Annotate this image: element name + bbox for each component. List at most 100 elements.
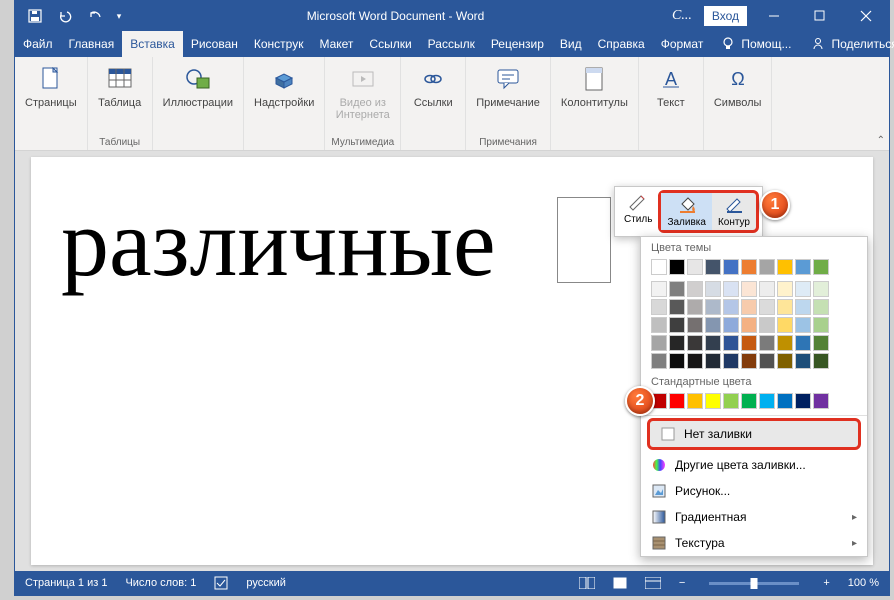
tab-review[interactable]: Рецензир: [483, 31, 552, 57]
color-swatch[interactable]: [795, 393, 811, 409]
color-swatch[interactable]: [705, 335, 721, 351]
color-swatch[interactable]: [813, 317, 829, 333]
color-swatch[interactable]: [759, 299, 775, 315]
tab-insert[interactable]: Вставка: [122, 31, 183, 57]
comment-button[interactable]: Примечание: [472, 61, 544, 111]
color-swatch[interactable]: [723, 317, 739, 333]
outline-button[interactable]: Контур: [712, 193, 756, 230]
color-swatch[interactable]: [723, 353, 739, 369]
color-swatch[interactable]: [651, 317, 667, 333]
color-swatch[interactable]: [687, 335, 703, 351]
illustrations-button[interactable]: Иллюстрации: [159, 61, 237, 111]
view-print-icon[interactable]: [613, 577, 627, 589]
color-swatch[interactable]: [651, 259, 667, 275]
color-swatch[interactable]: [759, 393, 775, 409]
minimize-button[interactable]: [751, 1, 797, 31]
pages-button[interactable]: Страницы: [21, 61, 81, 111]
status-word-count[interactable]: Число слов: 1: [125, 577, 196, 589]
color-swatch[interactable]: [777, 259, 793, 275]
color-swatch[interactable]: [777, 335, 793, 351]
no-fill-item[interactable]: Нет заливки: [647, 418, 861, 450]
color-swatch[interactable]: [813, 299, 829, 315]
fill-button[interactable]: Заливка: [661, 193, 712, 230]
tab-file[interactable]: Файл: [15, 31, 61, 57]
texture-fill-item[interactable]: Текстура ▸: [641, 530, 867, 556]
tab-layout[interactable]: Макет: [311, 31, 361, 57]
color-swatch[interactable]: [759, 335, 775, 351]
zoom-out-button[interactable]: −: [679, 577, 685, 589]
color-swatch[interactable]: [723, 281, 739, 297]
color-swatch[interactable]: [705, 299, 721, 315]
color-swatch[interactable]: [687, 299, 703, 315]
color-swatch[interactable]: [741, 259, 757, 275]
color-swatch[interactable]: [795, 259, 811, 275]
color-swatch[interactable]: [687, 317, 703, 333]
color-swatch[interactable]: [723, 335, 739, 351]
tab-draw[interactable]: Рисован: [183, 31, 246, 57]
color-swatch[interactable]: [687, 353, 703, 369]
zoom-slider[interactable]: [709, 582, 799, 585]
style-button[interactable]: Стиль: [618, 190, 658, 233]
color-swatch[interactable]: [723, 393, 739, 409]
tell-me[interactable]: Помощ...: [711, 31, 801, 57]
color-swatch[interactable]: [705, 281, 721, 297]
color-swatch[interactable]: [795, 299, 811, 315]
color-swatch[interactable]: [669, 335, 685, 351]
qat-dropdown-icon[interactable]: ▾: [111, 3, 127, 29]
color-swatch[interactable]: [759, 281, 775, 297]
color-swatch[interactable]: [813, 281, 829, 297]
gradient-fill-item[interactable]: Градиентная ▸: [641, 504, 867, 530]
login-button[interactable]: Вход: [704, 6, 747, 26]
status-page[interactable]: Страница 1 из 1: [25, 577, 107, 589]
headers-button[interactable]: Колонтитулы: [557, 61, 632, 111]
text-button[interactable]: AТекст: [645, 61, 697, 111]
color-swatch[interactable]: [651, 299, 667, 315]
color-swatch[interactable]: [651, 353, 667, 369]
color-swatch[interactable]: [741, 393, 757, 409]
color-swatch[interactable]: [669, 259, 685, 275]
color-swatch[interactable]: [705, 353, 721, 369]
save-icon[interactable]: [21, 3, 49, 29]
color-swatch[interactable]: [741, 299, 757, 315]
tab-design[interactable]: Конструк: [246, 31, 312, 57]
table-button[interactable]: Таблица: [94, 61, 146, 111]
color-swatch[interactable]: [669, 299, 685, 315]
color-swatch[interactable]: [777, 299, 793, 315]
color-swatch[interactable]: [813, 353, 829, 369]
color-swatch[interactable]: [687, 393, 703, 409]
color-swatch[interactable]: [687, 281, 703, 297]
color-swatch[interactable]: [777, 317, 793, 333]
color-swatch[interactable]: [705, 393, 721, 409]
color-swatch[interactable]: [687, 259, 703, 275]
color-swatch[interactable]: [741, 281, 757, 297]
view-read-icon[interactable]: [579, 577, 595, 589]
symbols-button[interactable]: ΩСимволы: [710, 61, 766, 111]
more-fill-colors-item[interactable]: Другие цвета заливки...: [641, 452, 867, 478]
color-swatch[interactable]: [777, 393, 793, 409]
zoom-level[interactable]: 100 %: [848, 577, 879, 589]
addins-button[interactable]: Надстройки: [250, 61, 318, 111]
color-swatch[interactable]: [759, 317, 775, 333]
color-swatch[interactable]: [669, 353, 685, 369]
color-swatch[interactable]: [759, 353, 775, 369]
color-swatch[interactable]: [705, 317, 721, 333]
view-web-icon[interactable]: [645, 577, 661, 589]
color-swatch[interactable]: [777, 353, 793, 369]
picture-fill-item[interactable]: Рисунок...: [641, 478, 867, 504]
color-swatch[interactable]: [741, 335, 757, 351]
color-swatch[interactable]: [705, 259, 721, 275]
tab-mailings[interactable]: Рассылк: [420, 31, 483, 57]
tab-references[interactable]: Ссылки: [361, 31, 419, 57]
status-language[interactable]: русский: [246, 577, 285, 589]
tab-format[interactable]: Формат: [653, 31, 712, 57]
color-swatch[interactable]: [723, 259, 739, 275]
color-swatch[interactable]: [651, 335, 667, 351]
color-swatch[interactable]: [795, 353, 811, 369]
zoom-in-button[interactable]: +: [823, 577, 829, 589]
share-button[interactable]: Поделиться: [801, 31, 894, 57]
color-swatch[interactable]: [813, 259, 829, 275]
color-swatch[interactable]: [651, 281, 667, 297]
maximize-button[interactable]: [797, 1, 843, 31]
color-swatch[interactable]: [669, 317, 685, 333]
status-spellcheck-icon[interactable]: [214, 576, 228, 590]
